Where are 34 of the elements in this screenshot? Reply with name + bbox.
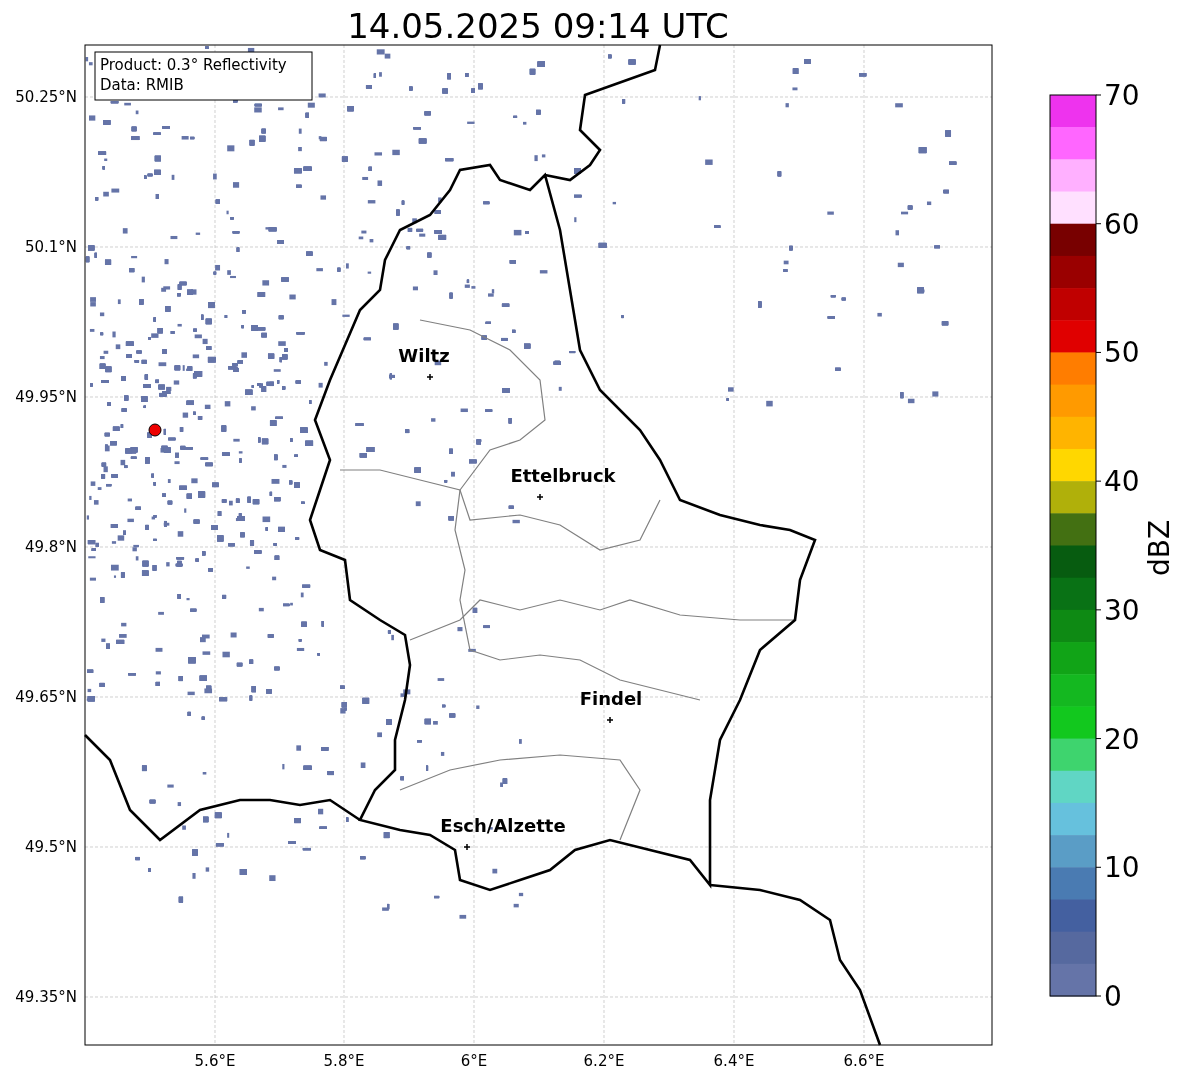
y-tick-label: 49.95°N bbox=[15, 388, 77, 406]
chart-title: 14.05.2025 09:14 UTC bbox=[347, 6, 729, 46]
colorbar-tick-label: 20 bbox=[1104, 722, 1140, 756]
city-marker-icon bbox=[426, 373, 434, 381]
city-label: Ettelbruck bbox=[510, 465, 616, 486]
colorbar-tick-label: 0 bbox=[1104, 980, 1122, 1013]
radar-site-marker bbox=[148, 423, 162, 437]
x-tick-label: 6.6°E bbox=[843, 1052, 885, 1070]
colorbar-tick-label: 70 bbox=[1104, 79, 1140, 112]
x-tick-label: 5.6°E bbox=[194, 1052, 236, 1070]
colorbar-tick-label: 40 bbox=[1104, 465, 1140, 499]
x-tick-label: 6.4°E bbox=[713, 1052, 755, 1070]
city-marker-icon bbox=[536, 493, 544, 501]
colorbar-tick-label: 50 bbox=[1104, 336, 1140, 370]
y-tick-label: 50.1°N bbox=[24, 238, 77, 256]
colorbar-tick-label: 10 bbox=[1104, 851, 1140, 885]
x-tick-label: 6.2°E bbox=[583, 1052, 625, 1070]
city-label: Findel bbox=[579, 688, 643, 709]
colorbar-label: dBZ bbox=[1143, 519, 1176, 577]
city-label: Wiltz bbox=[398, 345, 450, 366]
colorbar-tick-label: 60 bbox=[1104, 207, 1140, 241]
y-tick-label: 49.5°N bbox=[24, 838, 77, 856]
city-marker-icon bbox=[606, 716, 614, 724]
y-tick-label: 49.8°N bbox=[24, 538, 77, 556]
colorbar-tick-label: 30 bbox=[1104, 593, 1140, 627]
city-label: Esch/Alzette bbox=[440, 815, 566, 836]
info-text: Product: 0.3° Reflectivity bbox=[100, 56, 287, 74]
x-tick-label: 6°E bbox=[460, 1052, 488, 1070]
y-tick-label: 50.25°N bbox=[15, 88, 77, 106]
y-tick-label: 49.65°N bbox=[15, 688, 77, 706]
info-text: Data: RMIB bbox=[100, 76, 184, 94]
x-tick-label: 5.8°E bbox=[323, 1052, 365, 1070]
y-tick-label: 49.35°N bbox=[15, 988, 77, 1006]
city-marker-icon bbox=[463, 843, 471, 851]
